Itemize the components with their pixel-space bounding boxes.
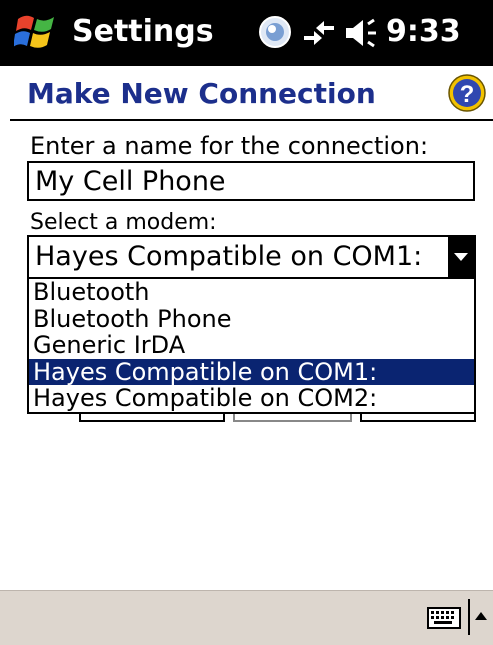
- modem-selected-value: Hayes Compatible on COM1:: [35, 241, 423, 272]
- svg-text:?: ?: [460, 81, 475, 108]
- menu-bar: [0, 590, 493, 645]
- volume-icon[interactable]: [343, 15, 381, 51]
- header-divider: [10, 119, 493, 121]
- sip-arrow-up-icon[interactable]: [474, 611, 488, 621]
- app-title: Settings: [72, 14, 214, 49]
- help-icon[interactable]: ?: [447, 73, 487, 113]
- title-bar: Settings 9:33: [0, 0, 493, 66]
- keyboard-icon[interactable]: [427, 607, 461, 629]
- modem-option[interactable]: Bluetooth Phone: [29, 305, 474, 333]
- status-orb-icon[interactable]: [258, 15, 292, 49]
- clock[interactable]: 9:33: [386, 12, 461, 52]
- modem-option-selected[interactable]: Hayes Compatible on COM1:: [29, 359, 474, 386]
- modem-select[interactable]: Hayes Compatible on COM1:: [27, 235, 476, 279]
- modem-option[interactable]: Hayes Compatible on COM2:: [29, 385, 474, 412]
- windows-start-icon[interactable]: [14, 9, 60, 55]
- page-title: Make New Connection: [27, 77, 376, 110]
- modem-option[interactable]: Bluetooth: [29, 279, 474, 306]
- modem-options-list[interactable]: Bluetooth Bluetooth Phone Generic IrDA H…: [27, 277, 476, 414]
- dropdown-button[interactable]: [448, 237, 474, 277]
- modem-option[interactable]: Generic IrDA: [29, 332, 474, 359]
- connection-name-input[interactable]: [27, 161, 475, 201]
- sip-divider: [468, 599, 470, 635]
- connectivity-icon[interactable]: [300, 16, 338, 50]
- chevron-down-icon: [454, 253, 468, 261]
- connection-name-label: Enter a name for the connection:: [30, 132, 429, 160]
